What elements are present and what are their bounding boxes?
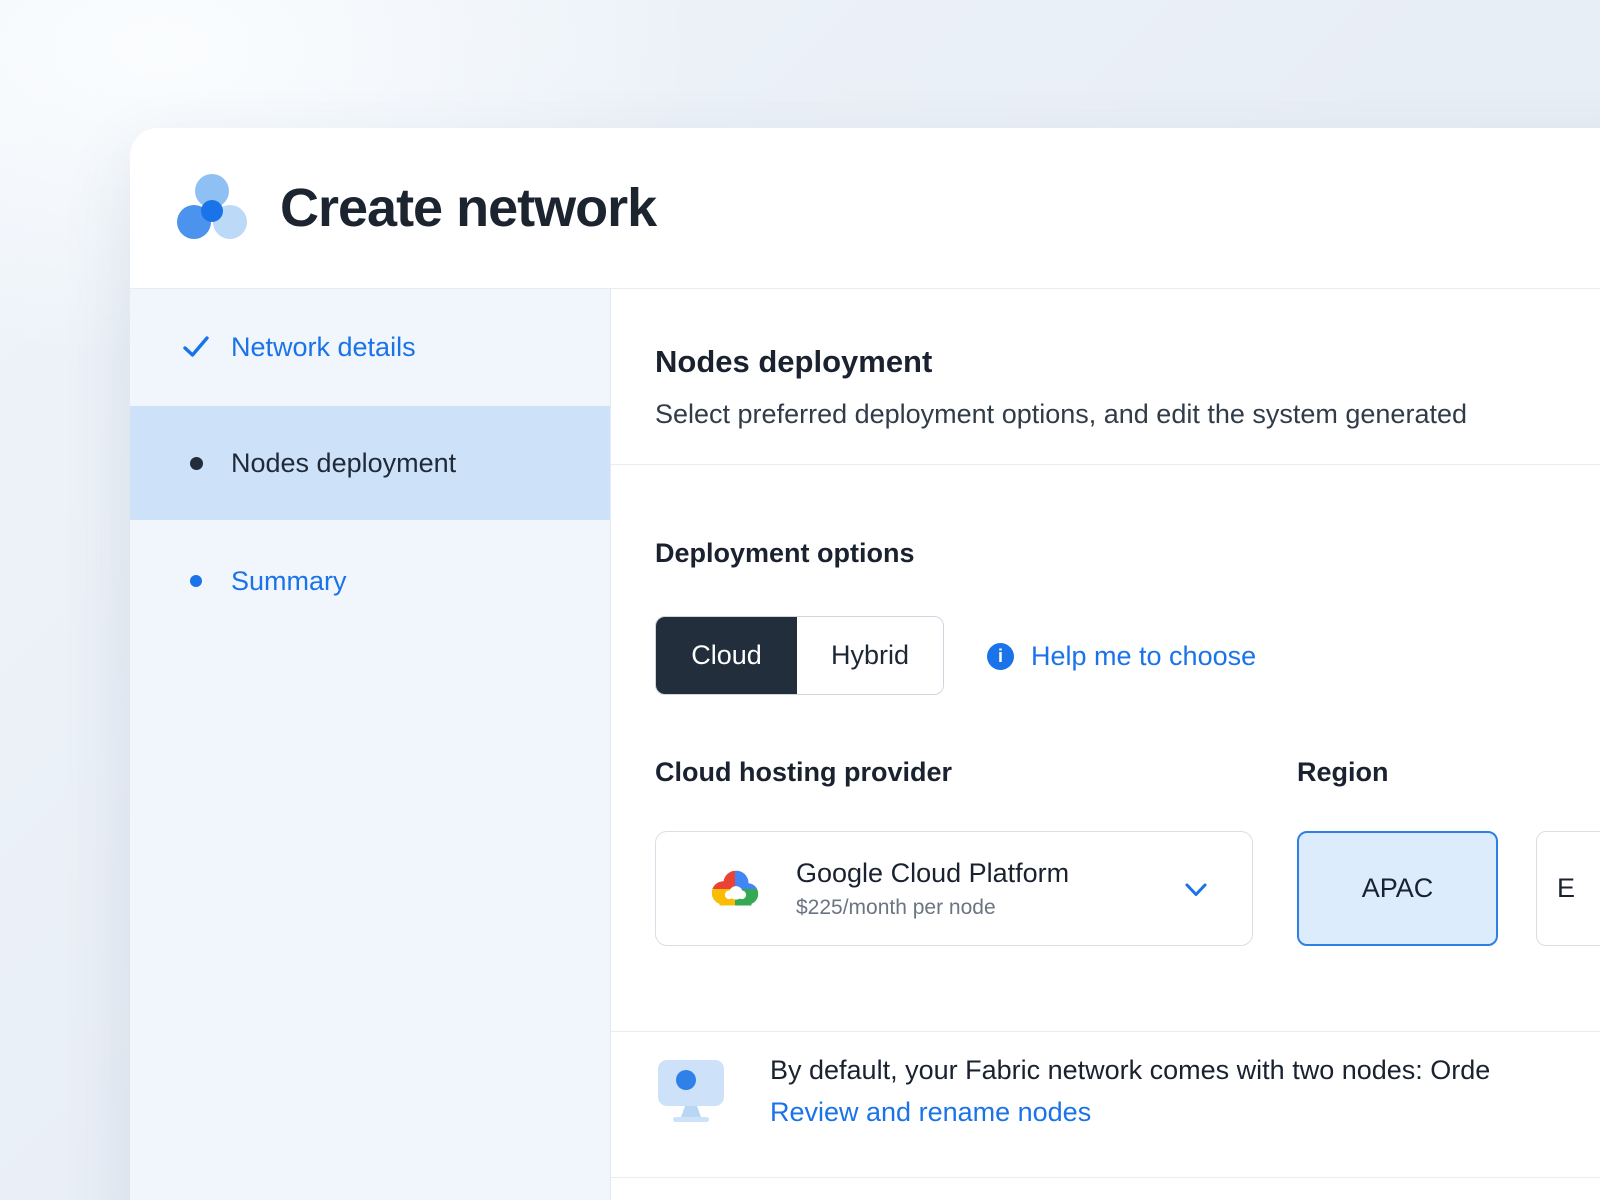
help-me-choose-link[interactable]: i Help me to choose (987, 642, 1256, 670)
section-title: Nodes deployment (655, 344, 932, 380)
region-option-next[interactable]: E (1536, 831, 1600, 946)
region-heading: Region (1297, 757, 1389, 788)
bullet-icon (181, 566, 211, 596)
wizard-steps-sidebar: Network details Nodes deployment Summary (130, 289, 611, 1200)
chevron-down-icon[interactable] (1184, 882, 1208, 898)
divider (611, 1177, 1600, 1178)
step-label: Summary (231, 566, 347, 597)
cloud-provider-heading: Cloud hosting provider (655, 757, 952, 788)
provider-price: $225/month per node (796, 896, 1069, 920)
deployment-options-heading: Deployment options (655, 538, 915, 569)
toggle-option-hybrid[interactable]: Hybrid (797, 617, 943, 694)
google-cloud-icon (704, 865, 766, 913)
section-subtitle: Select preferred deployment options, and… (655, 399, 1467, 430)
panel-header: Create network (130, 128, 1600, 288)
create-network-panel: Create network Network details Nodes dep… (130, 128, 1600, 1200)
info-icon: i (987, 643, 1014, 670)
toggle-option-cloud[interactable]: Cloud (656, 617, 797, 694)
sidebar-item-summary[interactable]: Summary (130, 539, 610, 623)
help-link-label: Help me to choose (1031, 641, 1256, 672)
main-content: Nodes deployment Select preferred deploy… (611, 289, 1600, 1200)
provider-name: Google Cloud Platform (796, 858, 1069, 889)
default-nodes-note: By default, your Fabric network comes wi… (770, 1055, 1490, 1086)
page-background: Create network Network details Nodes dep… (0, 0, 1600, 1200)
cloud-provider-select[interactable]: Google Cloud Platform $225/month per nod… (655, 831, 1253, 946)
region-option-apac[interactable]: APAC (1297, 831, 1498, 946)
sidebar-item-network-details[interactable]: Network details (130, 307, 610, 387)
review-rename-nodes-link[interactable]: Review and rename nodes (770, 1097, 1091, 1128)
page-title: Create network (280, 177, 656, 239)
panel-body: Network details Nodes deployment Summary… (130, 288, 1600, 1200)
divider (611, 464, 1600, 465)
step-label: Nodes deployment (231, 448, 456, 479)
provider-text: Google Cloud Platform $225/month per nod… (796, 858, 1069, 920)
monitor-icon (655, 1059, 727, 1125)
divider (611, 1031, 1600, 1032)
step-label: Network details (231, 332, 416, 363)
bullet-icon (181, 448, 211, 478)
sidebar-item-nodes-deployment[interactable]: Nodes deployment (130, 406, 610, 520)
check-icon (181, 332, 211, 362)
network-cluster-logo-icon (170, 166, 254, 250)
deployment-mode-toggle: Cloud Hybrid (655, 616, 944, 695)
